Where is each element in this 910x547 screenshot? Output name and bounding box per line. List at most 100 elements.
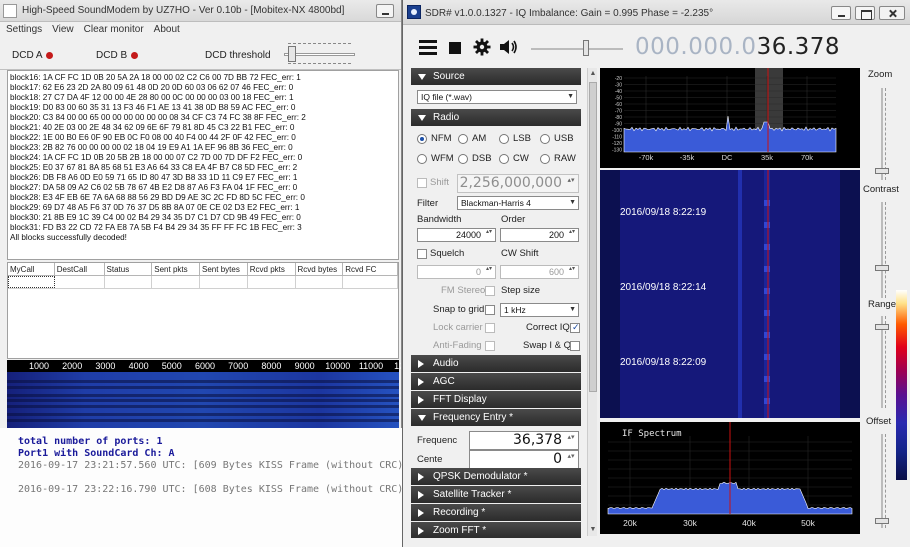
offset-slider-thumb[interactable] [875, 518, 889, 524]
dcd-threshold-slider[interactable] [282, 41, 357, 67]
offset-slider[interactable] [875, 434, 889, 528]
section-satellite-tracker[interactable]: Satellite Tracker * [411, 486, 581, 503]
step-size-select[interactable]: 1 kHz [500, 303, 579, 317]
shift-checkbox[interactable] [417, 178, 427, 188]
table-row[interactable] [8, 276, 398, 289]
volume-slider[interactable] [531, 40, 623, 56]
fm-stereo-checkbox[interactable] [485, 286, 495, 296]
section-fft-display[interactable]: FFT Display [411, 391, 581, 408]
center-input[interactable]: 0 [469, 450, 579, 469]
section-audio[interactable]: Audio [411, 355, 581, 372]
ports-column-header[interactable]: Sent pkts [152, 263, 201, 275]
mode-radio-lsb[interactable] [499, 134, 509, 144]
mode-radio-am[interactable] [458, 134, 468, 144]
order-input[interactable]: 200 [500, 228, 579, 242]
snap-to-grid-checkbox[interactable] [485, 305, 495, 315]
close-button[interactable] [879, 6, 905, 20]
volume-thumb[interactable] [583, 40, 589, 56]
ports-column-header[interactable]: Rcvd FC [343, 263, 398, 275]
minimize-button[interactable] [831, 6, 851, 20]
contrast-slider[interactable] [875, 202, 889, 298]
vfo-frequency-display[interactable]: 000.000.036.378 [635, 34, 840, 60]
section-recording[interactable]: Recording * [411, 504, 581, 521]
ports-cell[interactable] [152, 276, 201, 288]
ports-column-header[interactable]: Rcvd bytes [296, 263, 344, 275]
section-zoom-fft[interactable]: Zoom FFT * [411, 522, 581, 538]
stop-icon[interactable] [449, 42, 461, 54]
scroll-up-icon[interactable]: ▲ [589, 70, 597, 78]
control-panel: Source IQ file (*.wav) Radio Shift 2,256… [411, 68, 583, 538]
waterfall-display[interactable]: 2016/09/18 8:22:19 2016/09/18 8:22:14 2016… [600, 170, 860, 418]
section-agc[interactable]: AGC [411, 373, 581, 390]
ports-column-header[interactable]: Sent bytes [200, 263, 248, 275]
terminal-port1-line: Port1 with SoundCard Ch: A [18, 448, 175, 459]
mode-radio-nfm[interactable] [417, 134, 427, 144]
menu-clear-monitor[interactable]: Clear monitor [84, 22, 144, 37]
ports-cell[interactable] [55, 276, 105, 288]
squelch-input[interactable]: 0 [417, 265, 496, 279]
audio-waterfall[interactable] [7, 372, 399, 428]
waterfall-band [7, 413, 399, 416]
ports-column-header[interactable]: Status [105, 263, 153, 275]
menu-about[interactable]: About [154, 22, 180, 37]
mode-radio-dsb[interactable] [458, 154, 468, 164]
offset-label: Offset [866, 416, 892, 427]
swap-iq-checkbox[interactable] [570, 341, 580, 351]
minimize-button[interactable] [376, 4, 394, 18]
maximize-button[interactable] [855, 6, 875, 20]
zoom-slider-thumb[interactable] [875, 168, 889, 174]
monitor-log[interactable]: block16: 1A CF FC 1D 0B 20 5A 2A 18 00 0… [7, 70, 399, 260]
mode-radio-wfm[interactable] [417, 154, 427, 164]
panel-scrollbar[interactable]: ▲ ▼ [587, 68, 597, 536]
scroll-down-icon[interactable]: ▼ [589, 526, 597, 534]
bandwidth-input[interactable]: 24000 [417, 228, 496, 242]
ports-cell[interactable] [248, 276, 296, 288]
section-radio[interactable]: Radio [411, 109, 581, 126]
scrollbar-thumb[interactable] [589, 82, 597, 392]
menu-settings[interactable]: Settings [6, 22, 42, 37]
ports-column-header[interactable]: Rcvd pkts [248, 263, 296, 275]
mode-radio-usb[interactable] [540, 134, 550, 144]
waterfall-timestamp: 2016/09/18 8:22:09 [620, 357, 707, 368]
menu-icon[interactable] [419, 40, 437, 55]
slider-thumb[interactable] [288, 46, 296, 62]
frequency-entry-input[interactable]: 36,378 [469, 431, 579, 450]
if-spectrum-display[interactable]: IF Spectrum 20k 30k 40k 50k [600, 422, 860, 534]
section-qpsk-demodulator[interactable]: QPSK Demodulator * [411, 468, 581, 485]
menu-view[interactable]: View [52, 22, 74, 37]
zoom-label: Zoom [868, 69, 893, 80]
source-select[interactable]: IQ file (*.wav) [417, 90, 577, 104]
frequency-active-digits[interactable]: 36.378 [757, 34, 840, 60]
waterfall-burst [764, 222, 770, 228]
ports-table[interactable]: MyCall DestCall Status Sent pkts Sent bytes R… [7, 262, 399, 359]
ports-cell[interactable] [343, 276, 398, 288]
speaker-icon[interactable] [499, 38, 519, 56]
squelch-checkbox[interactable] [417, 249, 427, 259]
ports-cell[interactable] [200, 276, 248, 288]
sdr-titlebar[interactable]: SDR# v1.0.0.1327 - IQ Imbalance: Gain = … [403, 0, 910, 25]
spectrum-analyzer[interactable]: -20-30-40-50-60-70-80-90-100-110-120-130… [600, 68, 860, 168]
ports-cell[interactable] [8, 276, 55, 288]
section-frequency-entry[interactable]: Frequency Entry * [411, 409, 581, 426]
gear-icon[interactable] [473, 38, 491, 56]
ports-column-header[interactable]: MyCall [8, 263, 55, 275]
zoom-slider[interactable] [875, 88, 889, 180]
anti-fading-checkbox[interactable] [485, 341, 495, 351]
filter-select[interactable]: Blackman-Harris 4 [457, 196, 579, 210]
waterfall-timestamp: 2016/09/18 8:22:19 [620, 207, 707, 218]
section-source[interactable]: Source [411, 68, 581, 85]
mode-radio-raw[interactable] [540, 154, 550, 164]
frequency-leading-digits[interactable]: 000.000.0 [635, 34, 757, 60]
correct-iq-checkbox[interactable] [570, 322, 580, 333]
ports-cell[interactable] [296, 276, 344, 288]
mode-radio-cw[interactable] [499, 154, 509, 164]
lock-carrier-checkbox[interactable] [485, 323, 495, 333]
contrast-slider-thumb[interactable] [875, 265, 889, 271]
cw-shift-input[interactable]: 600 [500, 265, 579, 279]
ports-cell[interactable] [105, 276, 153, 288]
range-slider-thumb[interactable] [875, 324, 889, 330]
soundmodem-titlebar[interactable]: High-Speed SoundModem by UZ7HO - Ver 0.1… [0, 0, 401, 22]
ports-column-header[interactable]: DestCall [55, 263, 105, 275]
shift-input[interactable]: 2,256,000,000 [457, 174, 579, 193]
range-slider[interactable] [875, 316, 889, 408]
